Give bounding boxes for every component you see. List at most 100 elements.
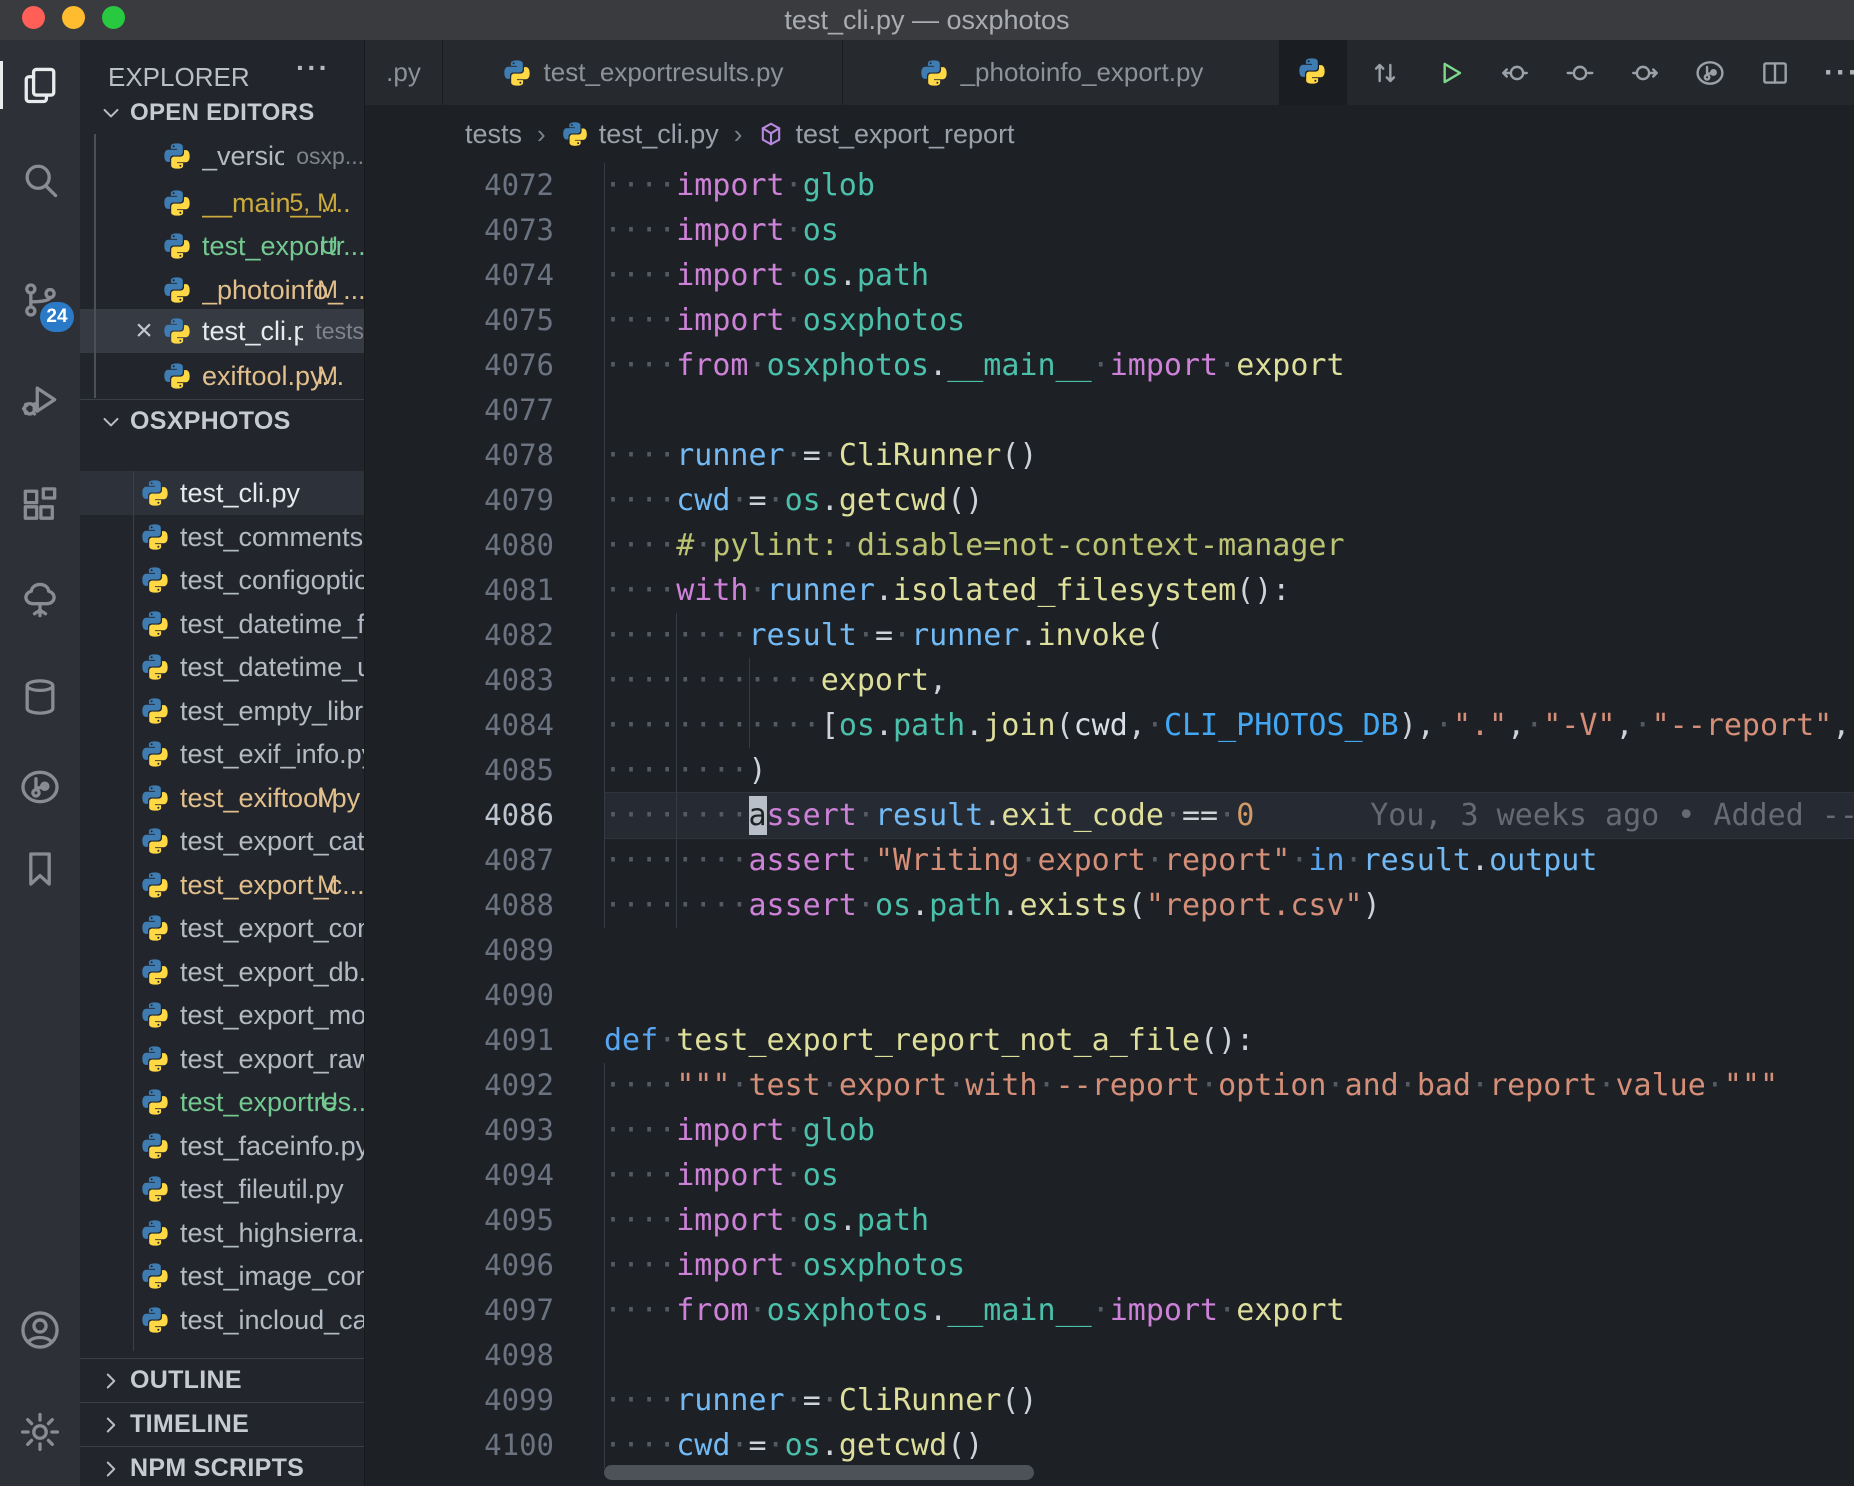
open-editor-item[interactable]: test_exportr...U [80,224,364,268]
code-line[interactable]: 4081····with·runner.isolated_filesystem(… [365,568,1854,613]
tree-item[interactable]: test_exiftool.pyM [80,776,364,820]
section-npm-scripts[interactable]: NPM SCRIPTS [80,1446,364,1486]
bookmark-icon[interactable] [18,847,62,891]
account-icon[interactable] [18,1308,62,1352]
run-icon[interactable] [1434,57,1466,89]
breadcrumb-item[interactable]: test_cli.py [561,119,719,150]
source-control-icon[interactable]: 24 [18,278,62,322]
code-line[interactable]: 4096····import·osxphotos [365,1243,1854,1288]
code-line[interactable]: 4087········assert·"Writing·export·repor… [365,838,1854,883]
code-line[interactable]: 4075····import·osxphotos [365,298,1854,343]
code-line[interactable]: 4079····cwd·=·os.getcwd() [365,478,1854,523]
breadcrumb[interactable]: tests›test_cli.py›test_export_report [365,105,1854,163]
tree-item[interactable]: test_exif_info.py [80,732,364,776]
tree-item[interactable]: test_empty_library_... [80,689,364,733]
tree-item[interactable]: test_datetime_form... [80,602,364,646]
code-line[interactable]: 4090 [365,973,1854,1018]
tree-item[interactable]: test_datetime_utils.... [80,645,364,689]
code-line[interactable]: 4080····#·pylint:·disable=not-context-ma… [365,523,1854,568]
section-timeline[interactable]: TIMELINE [80,1402,364,1446]
tree-item[interactable]: test_incloud_catali... [80,1298,364,1342]
run-debug-icon[interactable] [18,378,62,422]
breadcrumb-item[interactable]: tests [465,119,522,150]
tree-item[interactable]: test_configoptions.... [80,558,364,602]
compare-icon[interactable] [1369,57,1401,89]
tree-item[interactable]: test_export_catalin... [80,819,364,863]
code-line[interactable]: 4094····import·os [365,1153,1854,1198]
circle-dash-icon[interactable] [1564,57,1596,89]
tab-_photoinfo_export.py[interactable]: _photoinfo_export.py [843,40,1280,105]
code-line[interactable]: 4085········) [365,748,1854,793]
code-line[interactable]: 4082········result·=·runner.invoke( [365,613,1854,658]
code-line[interactable]: 4076····from·osxphotos.__main__·import·e… [365,343,1854,388]
database-icon[interactable] [18,675,62,719]
code-line[interactable]: 4099····runner·=·CliRunner() [365,1378,1854,1423]
code-line[interactable]: 4086········assert·result.exit_code·==·0… [365,793,1854,838]
tree-item[interactable]: test_exportres...U [80,1080,364,1124]
gitlens-icon[interactable] [18,765,62,809]
open-editor-item[interactable]: _photoinfo_...M [80,268,364,312]
circle-arrow-left-icon[interactable] [1499,57,1531,89]
circle-arrow-right-icon[interactable] [1629,57,1661,89]
code-line[interactable]: 4083············export, [365,658,1854,703]
code-line[interactable]: 4084············[os.path.join(cwd,·CLI_P… [365,703,1854,748]
more-icon[interactable]: ··· [1824,57,1854,89]
tree-item[interactable]: test_comments.py [80,515,364,559]
code-line[interactable]: 4089 [365,928,1854,973]
python-file-icon [140,783,170,813]
gitlens-icon[interactable] [1694,57,1726,89]
tree-item[interactable]: test_faceinfo.py [80,1124,364,1168]
code-line[interactable]: 4074····import·os.path [365,253,1854,298]
tree-item[interactable]: test_export_c...M [80,863,364,907]
zoom-window-icon[interactable] [102,6,125,29]
section-project-osxphotos[interactable]: OSXPHOTOS [80,399,364,443]
breadcrumb-item[interactable]: test_export_report [757,119,1014,150]
code-line[interactable]: 4078····runner·=·CliRunner() [365,433,1854,478]
open-editor-item[interactable]: __main__....5, M [80,181,364,225]
open-editor-item[interactable]: ×test_cli.pytests [80,309,364,353]
indent-guide [604,163,605,208]
code-line[interactable]: 4100····cwd·=·os.getcwd() [365,1423,1854,1468]
tree-item[interactable]: test_highsierra.py [80,1211,364,1255]
tree-item[interactable]: test_export_mojave... [80,993,364,1037]
split-editor-icon[interactable] [1759,57,1791,89]
section-outline[interactable]: OUTLINE [80,1358,364,1402]
tree-item[interactable]: test_export_raw_ca... [80,1037,364,1081]
tree-item[interactable]: test_image_convert... [80,1254,364,1298]
tree-item[interactable]: test_cli.py [80,471,364,515]
code-line[interactable]: 4093····import·glob [365,1108,1854,1153]
tab-.py[interactable]: .py [365,40,443,105]
tree-item[interactable]: test_export_db.py [80,950,364,994]
horizontal-scrollbar[interactable] [604,1465,1034,1480]
open-editor-item[interactable]: exiftool.py...M [80,354,364,398]
token-str: export [839,1068,947,1103]
search-icon[interactable] [18,158,62,202]
token-const: CLI_PHOTOS_DB [1164,708,1399,743]
tab-pinned-active[interactable] [1280,40,1347,105]
code-line[interactable]: 4088········assert·os.path.exists("repor… [365,883,1854,928]
code-line[interactable]: 4073····import·os [365,208,1854,253]
code-editor[interactable]: 4072····import·glob4073····import·os4074… [365,163,1854,1486]
extensions-icon[interactable] [18,483,62,527]
settings-gear-icon[interactable] [18,1410,62,1454]
test-tree-icon[interactable] [18,578,62,622]
code-line[interactable]: 4077 [365,388,1854,433]
tab-test_exportresults.py[interactable]: test_exportresults.py [443,40,843,105]
token-pun: == [1182,798,1218,833]
code-line[interactable]: 4072····import·glob [365,163,1854,208]
sidebar-more-icon[interactable]: ··· [296,52,330,84]
close-window-icon[interactable] [22,6,45,29]
files-icon[interactable] [18,63,62,107]
code-line[interactable]: 4098 [365,1333,1854,1378]
code-line[interactable]: 4092····"""·test·export·with·--report·op… [365,1063,1854,1108]
minimize-window-icon[interactable] [62,6,85,29]
code-line[interactable]: 4097····from·osxphotos.__main__·import·e… [365,1288,1854,1333]
tree-item[interactable]: test_export_conver... [80,906,364,950]
open-editor-item[interactable]: _version.pyosxp... [80,134,364,178]
code-line[interactable]: 4095····import·os.path [365,1198,1854,1243]
file-path-hint: osxp... [296,143,364,170]
code-line[interactable]: 4091def·test_export_report_not_a_file(): [365,1018,1854,1063]
section-open-editors[interactable]: OPEN EDITORS [80,91,364,135]
tree-item[interactable]: test_fileutil.py [80,1167,364,1211]
close-icon[interactable]: × [126,314,162,348]
